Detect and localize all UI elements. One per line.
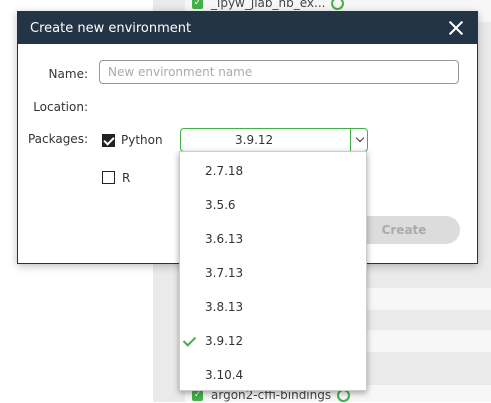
python-label: Python — [121, 133, 163, 147]
python-checkbox[interactable] — [102, 134, 115, 147]
r-label: R — [122, 171, 131, 185]
version-option[interactable]: 3.6.13 — [180, 222, 366, 256]
version-option[interactable]: 2.7.18 — [180, 154, 366, 188]
version-option[interactable]: 3.10.4 — [180, 358, 366, 392]
version-option-selected[interactable]: 3.9.12 — [180, 324, 366, 358]
r-checkbox[interactable] — [102, 171, 115, 184]
chevron-down-icon[interactable] — [355, 133, 365, 143]
check-icon — [182, 333, 197, 347]
version-option[interactable]: 3.8.13 — [180, 290, 366, 324]
package-checkbox[interactable]: ✓ — [192, 0, 203, 9]
environment-name-input[interactable] — [99, 60, 459, 84]
python-version-select[interactable]: 3.9.12 — [180, 128, 368, 152]
close-icon[interactable] — [447, 19, 465, 37]
select-divider — [350, 129, 351, 151]
name-label: Name: — [48, 67, 88, 81]
python-version-dropdown: 2.7.18 3.5.6 3.6.13 3.7.13 3.8.13 3.9.12… — [179, 151, 367, 391]
dialog-title: Create new environment — [30, 20, 192, 36]
packages-label: Packages: — [27, 132, 88, 146]
selected-version: 3.9.12 — [235, 133, 274, 147]
dialog-header: Create new environment — [18, 12, 477, 44]
version-option[interactable]: 3.5.6 — [180, 188, 366, 222]
package-name: _ipyw_jlab_nb_ex... — [211, 0, 326, 10]
status-icon — [331, 0, 345, 10]
package-row[interactable]: ✓ _ipyw_jlab_nb_ex... — [192, 0, 345, 11]
location-label: Location: — [33, 100, 88, 114]
version-option[interactable]: 3.7.13 — [180, 256, 366, 290]
